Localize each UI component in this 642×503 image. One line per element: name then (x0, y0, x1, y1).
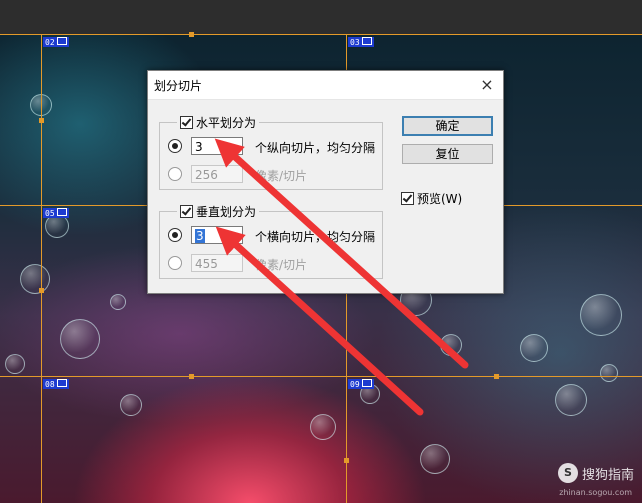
annotation-arrows (214, 138, 469, 416)
annotation-arrow-vertical-count (215, 226, 424, 416)
watermark-url: zhinan.sogou.com (559, 488, 632, 497)
sogou-logo-icon: S (557, 463, 578, 483)
watermark-text: 搜狗指南 (581, 467, 634, 483)
sogou-watermark: S 搜狗指南 (557, 463, 634, 483)
annotation-arrow-horizontal-count (214, 138, 469, 369)
